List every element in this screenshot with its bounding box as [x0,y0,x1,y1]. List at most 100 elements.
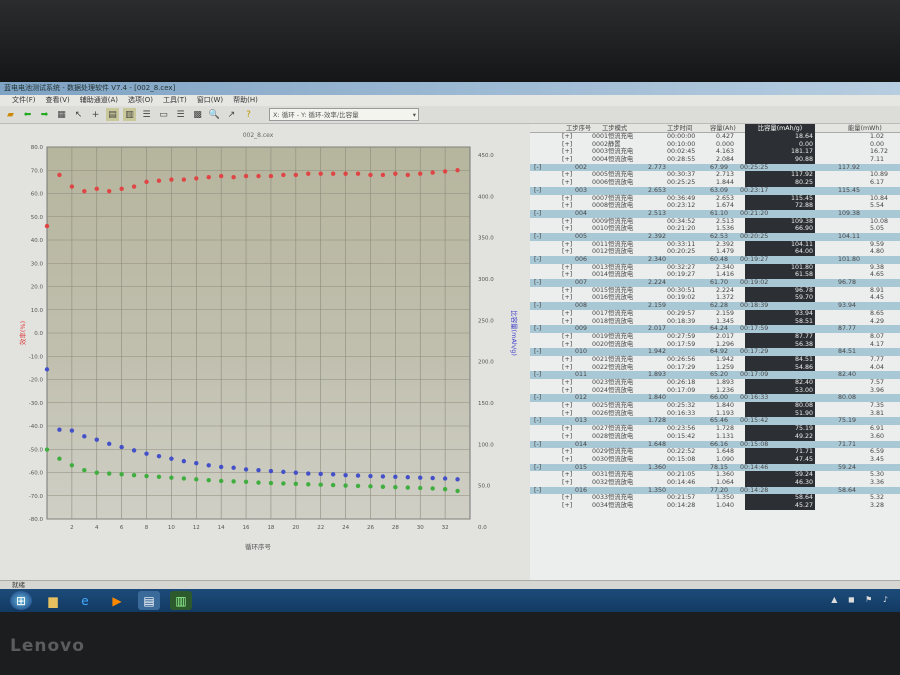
col-step-no[interactable]: 工步序号 [566,124,591,133]
expand-toggle[interactable]: [-] [534,464,541,472]
cycle-row[interactable]: [-] 011 1.893 65.20 00:17:09 82.40 [530,371,900,379]
expand-toggle[interactable]: [-] [534,487,541,495]
table-icon[interactable]: ▦ [55,108,68,121]
step-row[interactable]: [+] 0034 恒流放电 00:14:28 1.040 45.27 3.28 [530,502,900,510]
step-row[interactable]: [+] 0013 恒流充电 00:32:27 2.340 101.80 9.38 [530,263,900,272]
list2-icon[interactable]: ☰ [174,108,187,121]
cycle-row[interactable]: [-] 010 1.942 64.92 00:17:29 84.51 [530,348,900,356]
step-row[interactable]: [+] 0002 静置 00:10:00 0.000 0.00 0.00 [530,140,900,149]
step-row[interactable]: [+] 0021 恒流充电 00:26:56 1.942 84.51 7.77 [530,355,900,364]
crosshair-icon[interactable]: + [89,108,102,121]
step-row[interactable]: [+] 0015 恒流充电 00:30:51 2.224 96.78 8.91 [530,286,900,295]
expand-toggle[interactable]: [+] [562,287,572,295]
expand-toggle[interactable]: [-] [534,164,541,172]
cycle-row[interactable]: [-] 016 1.350 77.20 00:14:28 58.64 [530,486,900,495]
cycle-row[interactable]: [-] 009 2.017 64.24 00:17:59 87.77 [530,325,900,333]
expand-toggle[interactable]: [+] [562,271,572,279]
expand-toggle[interactable]: [-] [534,394,541,402]
expand-toggle[interactable]: [+] [562,448,572,456]
expand-toggle[interactable]: [+] [562,502,572,510]
menu-options[interactable]: 选项(O) [128,95,153,106]
zoom-icon[interactable]: 🔍 [208,108,221,121]
forward-arrow-icon[interactable]: ➡ [38,108,51,121]
expand-toggle[interactable]: [-] [534,348,541,356]
step-row[interactable]: [+] 0024 恒流放电 00:17:09 1.236 53.00 3.96 [530,386,900,395]
step-row[interactable]: [+] 0003 恒流充电 00:02:45 4.163 181.17 16.72 [530,148,900,157]
menu-window[interactable]: 窗口(W) [197,95,223,106]
expand-toggle[interactable]: [-] [534,256,541,264]
step-row[interactable]: [+] 0005 恒流充电 00:30:37 2.713 117.92 10.89 [530,171,900,180]
step-row[interactable]: [+] 0016 恒流放电 00:19:02 1.372 59.70 4.45 [530,294,900,303]
step-row[interactable]: [+] 0007 恒流充电 00:36:49 2.653 115.45 10.84 [530,194,900,203]
expand-toggle[interactable]: [+] [562,171,572,179]
start-button-icon[interactable]: ⊞ [10,591,32,610]
expand-toggle[interactable]: [+] [562,225,572,233]
expand-toggle[interactable]: [+] [562,456,572,464]
cycle-row[interactable]: [-] 013 1.728 65.46 00:15:42 75.19 [530,417,900,426]
expand-toggle[interactable]: [+] [562,241,572,249]
help-icon[interactable]: ? [242,108,255,121]
expand-toggle[interactable]: [-] [534,233,541,241]
data-app-icon[interactable]: ▥ [170,591,192,610]
step-row[interactable]: [+] 0014 恒流放电 00:19:27 1.416 61.58 4.65 [530,271,900,280]
col-specific-capacity[interactable]: 比容量(mAh/g) [745,124,815,133]
expand-toggle[interactable]: [+] [562,264,572,272]
expand-toggle[interactable]: [-] [534,187,541,195]
file-explorer-icon[interactable]: ▆ [42,591,64,610]
battery-app-icon[interactable]: ▤ [138,591,160,610]
expand-toggle[interactable]: [+] [562,402,572,410]
back-arrow-icon[interactable]: ⬅ [21,108,34,121]
col-capacity[interactable]: 容量(Ah) [710,124,736,133]
system-tray[interactable]: ▲ ◼ ⚑ ♪ [831,595,892,604]
expand-toggle[interactable]: [+] [562,425,572,433]
step-row[interactable]: [+] 0020 恒流放电 00:17:59 1.296 56.38 4.17 [530,340,900,349]
cycle-row[interactable]: [-] 014 1.648 66.16 00:15:08 71.71 [530,440,900,449]
expand-toggle[interactable]: [-] [534,371,541,379]
step-row[interactable]: [+] 0032 恒流放电 00:14:46 1.064 46.30 3.36 [530,478,900,487]
step-row[interactable]: [+] 0009 恒流充电 00:34:52 2.513 109.38 10.08 [530,217,900,226]
expand-toggle[interactable]: [+] [562,179,572,187]
open-icon[interactable]: ▰ [4,108,17,121]
cycle-row[interactable]: [-] 004 2.513 61.10 00:21:20 109.38 [530,209,900,218]
expand-toggle[interactable]: [+] [562,294,572,302]
cycle-row[interactable]: [-] 012 1.840 66.00 00:16:33 80.08 [530,394,900,403]
step-row[interactable]: [+] 0030 恒流放电 00:15:08 1.090 47.45 3.45 [530,455,900,464]
cycle-row[interactable]: [-] 005 2.392 62.53 00:20:25 104.11 [530,232,900,241]
step-row[interactable]: [+] 0001 恒流充电 00:00:00 0.427 18.64 1.02 [530,133,900,141]
expand-toggle[interactable]: [+] [562,218,572,226]
step-row[interactable]: [+] 0022 恒流放电 00:17:29 1.259 54.86 4.04 [530,363,900,372]
expand-toggle[interactable]: [+] [562,356,572,364]
expand-toggle[interactable]: [+] [562,379,572,387]
col-step-mode[interactable]: 工步模式 [602,124,627,133]
expand-toggle[interactable]: [-] [534,279,541,287]
step-row[interactable]: [+] 0018 恒流放电 00:18:39 1.345 58.51 4.29 [530,317,900,326]
expand-toggle[interactable]: [+] [562,156,572,164]
step-row[interactable]: [+] 0033 恒流充电 00:21:57 1.350 58.64 5.32 [530,494,900,503]
col-energy[interactable]: 能量(mWh) [848,124,882,133]
step-row[interactable]: [+] 0023 恒流充电 00:26:18 1.893 82.40 7.57 [530,379,900,387]
expand-toggle[interactable]: [-] [534,302,541,310]
media-player-icon[interactable]: ▶ [106,591,128,610]
step-row[interactable]: [+] 0019 恒流充电 00:27:59 2.017 87.77 8.07 [530,332,900,341]
layout-icon[interactable]: ▤ [106,108,119,121]
expand-toggle[interactable]: [+] [562,333,572,341]
step-row[interactable]: [+] 0010 恒流放电 00:21:20 1.536 66.90 5.05 [530,225,900,233]
expand-toggle[interactable]: [+] [562,195,572,203]
expand-toggle[interactable]: [+] [562,133,572,141]
expand-toggle[interactable]: [+] [562,148,572,156]
chart-type-select[interactable]: X: 循环 - Y: 循环-效率/比容量 ▾ [269,108,419,121]
cycle-row[interactable]: [-] 015 1.360 78.15 00:14:46 59.24 [530,463,900,472]
list-icon[interactable]: ☰ [140,108,153,121]
expand-toggle[interactable]: [+] [562,364,572,372]
menu-file[interactable]: 文件(F) [12,95,36,106]
expand-toggle[interactable]: [+] [562,494,572,502]
expand-toggle[interactable]: [-] [534,325,541,333]
step-row[interactable]: [+] 0011 恒流充电 00:33:11 2.392 104.11 9.59 [530,240,900,249]
col-step-time[interactable]: 工步时间 [667,124,692,133]
step-row[interactable]: [+] 0006 恒流放电 00:25:25 1.844 80.25 6.17 [530,179,900,187]
cycle-row[interactable]: [-] 006 2.340 60.48 00:19:27 101.80 [530,256,900,264]
expand-toggle[interactable]: [+] [562,248,572,256]
step-row[interactable]: [+] 0027 恒流充电 00:23:56 1.728 75.19 6.91 [530,425,900,433]
step-row[interactable]: [+] 0028 恒流放电 00:15:42 1.131 49.22 3.60 [530,432,900,441]
expand-toggle[interactable]: [+] [562,318,572,326]
